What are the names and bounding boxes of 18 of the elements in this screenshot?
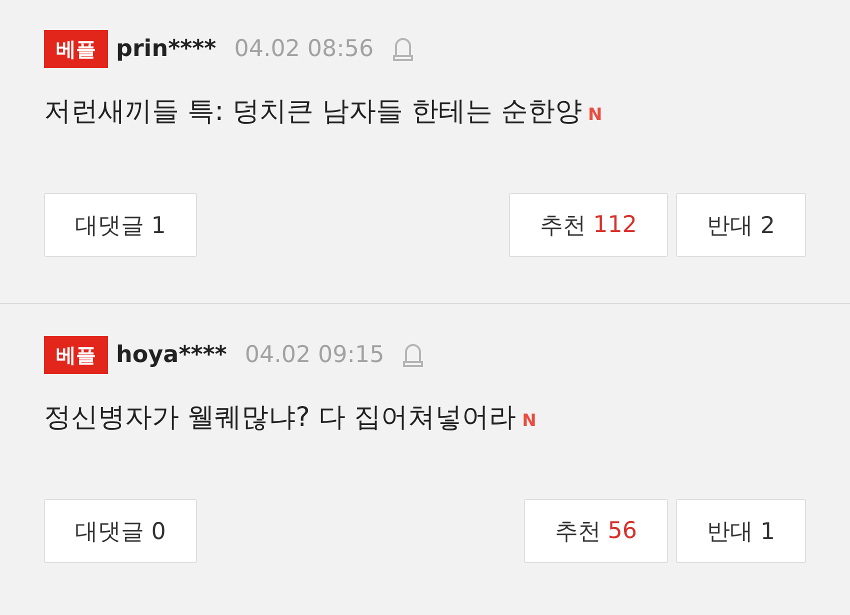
reply-button[interactable]: 대댓글 1: [44, 193, 197, 257]
username: prin****: [116, 36, 216, 62]
best-badge: 베플: [44, 30, 108, 68]
timestamp: 04.02 08:56: [234, 36, 374, 62]
username: hoya****: [116, 342, 227, 368]
comment-text: 저런새끼들 특: 덩치큰 남자들 한테는 순한양: [44, 95, 582, 129]
like-button[interactable]: 추천 56: [524, 499, 668, 563]
comment-text: 정신병자가 웰퀘많냐? 다 집어쳐넣어라: [44, 401, 516, 435]
dislike-button[interactable]: 반대 2: [676, 193, 806, 257]
new-mark: N: [588, 105, 602, 125]
new-mark: N: [522, 411, 536, 431]
timestamp: 04.02 09:15: [244, 342, 384, 368]
like-button[interactable]: 추천 112: [509, 193, 668, 257]
reply-button[interactable]: 대댓글 0: [44, 499, 197, 563]
alarm-icon[interactable]: [402, 342, 424, 368]
dislike-button[interactable]: 반대 1: [676, 499, 806, 563]
best-badge: 베플: [44, 336, 108, 374]
alarm-icon[interactable]: [392, 36, 414, 62]
